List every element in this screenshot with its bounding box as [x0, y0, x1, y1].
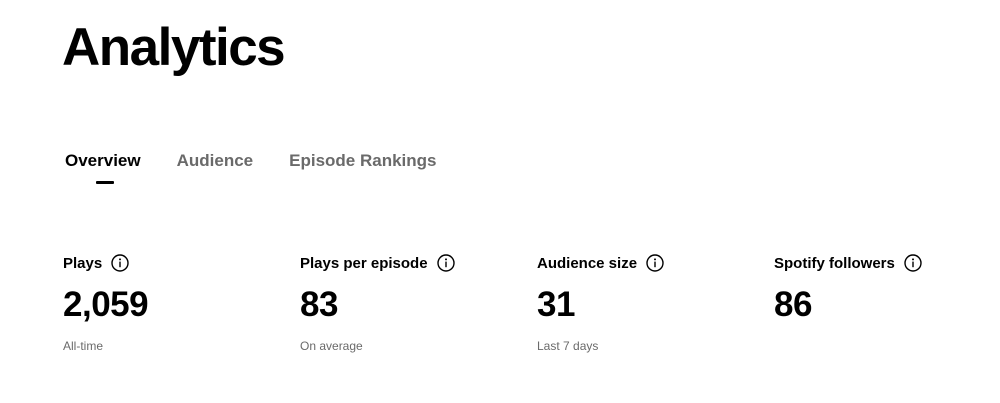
metric-caption: On average [300, 339, 363, 353]
metric-value: 2,059 [63, 285, 149, 324]
metric-label: Spotify followers [774, 254, 895, 272]
tab-episode-rankings[interactable]: Episode Rankings [289, 150, 436, 172]
metric-card-spotify-followers: Spotify followers 86 [774, 251, 1000, 338]
metrics-row: Plays 2,059 All-time Plays per episode 8… [63, 251, 1000, 361]
metric-caption: Last 7 days [537, 339, 599, 353]
metric-label: Plays per episode [300, 254, 428, 272]
metric-value: 83 [300, 285, 338, 324]
tab-overview[interactable]: Overview [65, 150, 141, 184]
tab-bar: Overview Audience Episode Rankings [65, 150, 437, 184]
metric-value: 86 [774, 285, 812, 324]
metric-card-plays-per-episode: Plays per episode 83 On average [300, 251, 530, 354]
info-icon[interactable] [904, 254, 922, 272]
active-tab-indicator [96, 181, 114, 184]
metric-header: Spotify followers [774, 251, 1000, 275]
metric-label: Plays [63, 254, 103, 272]
metric-value: 31 [537, 285, 575, 324]
info-icon[interactable] [436, 254, 455, 272]
tab-overview-label: Overview [65, 151, 141, 170]
metric-header: Plays [63, 251, 293, 275]
tab-audience-label: Audience [176, 151, 254, 170]
metric-card-plays: Plays 2,059 All-time [63, 251, 293, 354]
metric-header: Plays per episode [300, 251, 530, 275]
metric-caption: All-time [63, 339, 104, 353]
tab-episode-rankings-label: Episode Rankings [289, 151, 437, 170]
info-icon[interactable] [111, 254, 129, 272]
info-icon[interactable] [646, 254, 664, 272]
page-title: Analytics [62, 18, 286, 77]
tab-audience[interactable]: Audience [177, 150, 254, 172]
metric-card-audience-size: Audience size 31 Last 7 days [537, 251, 767, 354]
metric-label: Audience size [537, 254, 638, 272]
metric-header: Audience size [537, 251, 767, 275]
